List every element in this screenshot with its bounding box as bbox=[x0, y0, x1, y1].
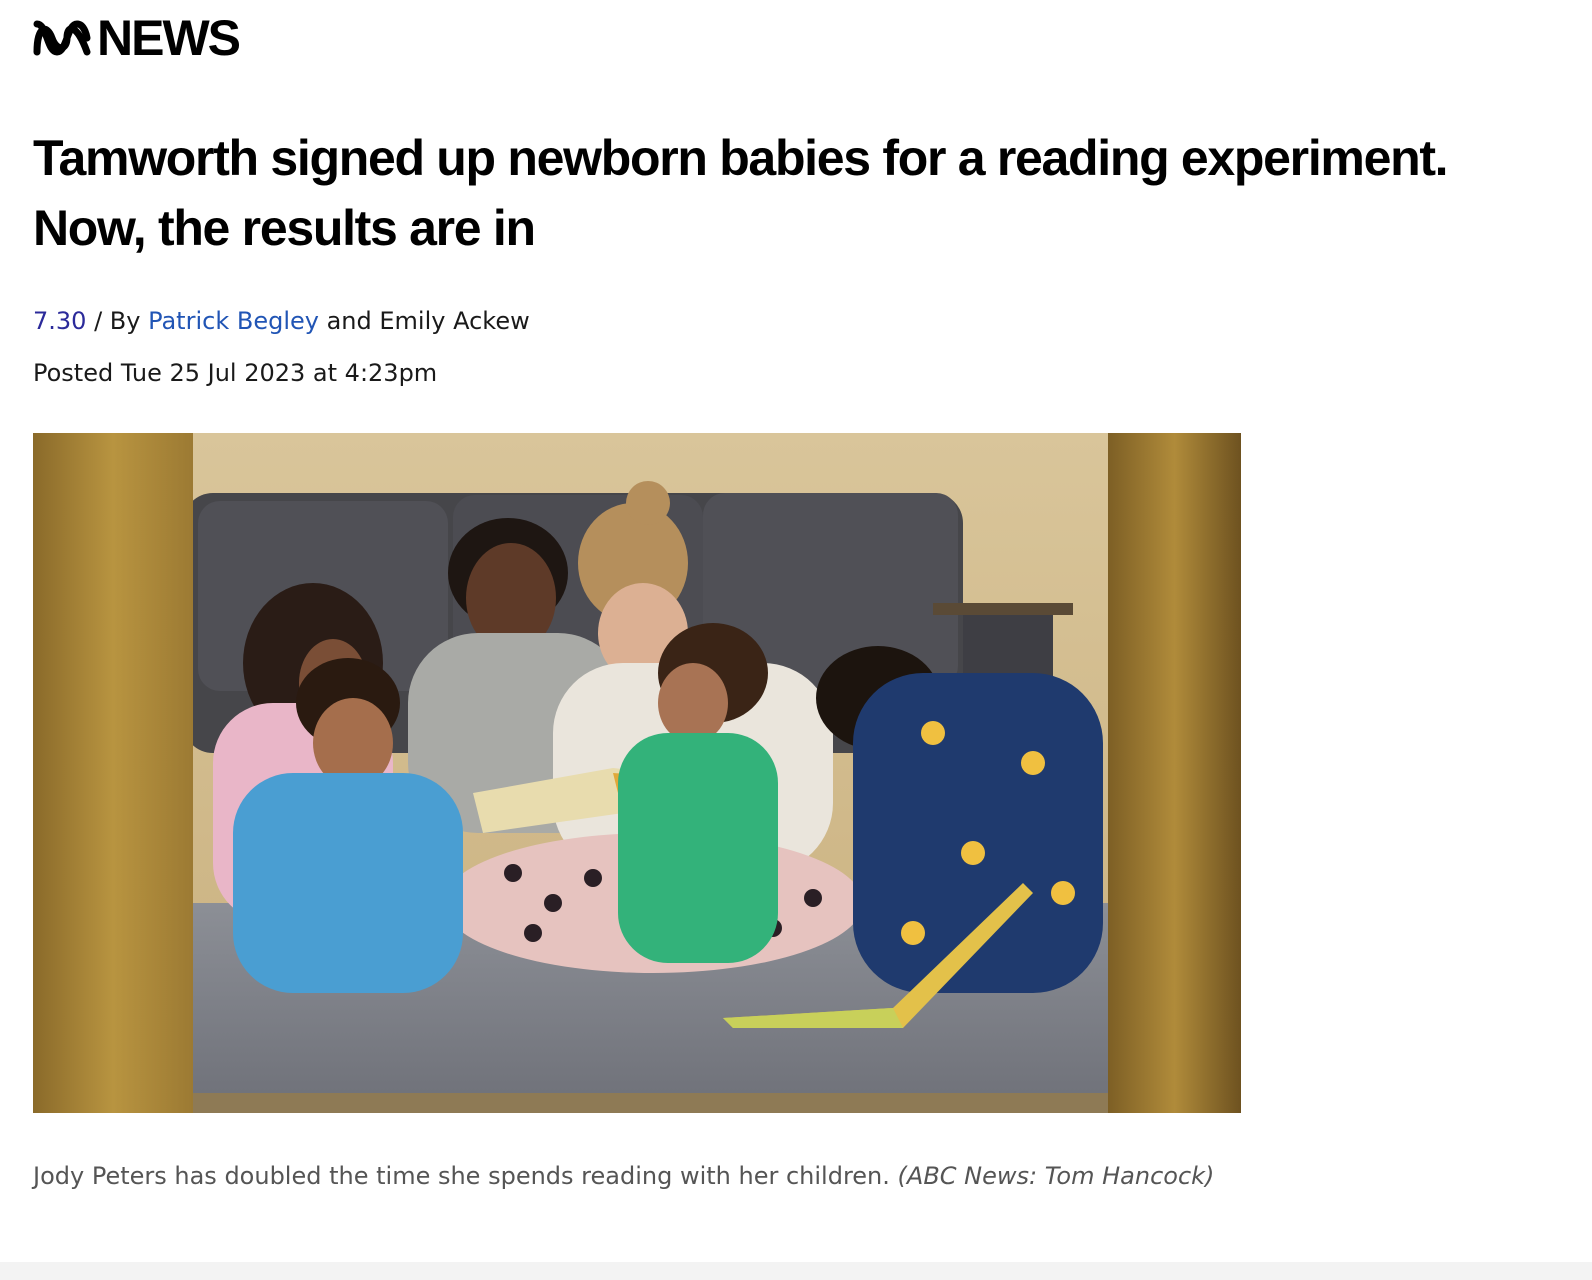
page-footer-edge bbox=[0, 1262, 1592, 1280]
byline: 7.30 / By Patrick Begley and Emily Ackew bbox=[33, 303, 530, 339]
program-link[interactable]: 7.30 bbox=[33, 307, 86, 335]
logo-wordmark: NEWS bbox=[97, 10, 241, 66]
abc-news-logo[interactable]: NEWS bbox=[33, 10, 241, 66]
byline-separator: / By bbox=[86, 307, 149, 335]
abc-lissajous-icon bbox=[33, 20, 91, 56]
author-name: Emily Ackew bbox=[379, 307, 530, 335]
photo-credit: (ABC News: Tom Hancock) bbox=[897, 1162, 1215, 1190]
author-link[interactable]: Patrick Begley bbox=[148, 307, 319, 335]
hero-photo[interactable] bbox=[33, 433, 1241, 1113]
article-headline: Tamworth signed up newborn babies for a … bbox=[33, 130, 1449, 256]
byline-join: and bbox=[318, 307, 380, 335]
photo-caption: Jody Peters has doubled the time she spe… bbox=[33, 1150, 1233, 1202]
posted-timestamp: Posted Tue 25 Jul 2023 at 4:23pm bbox=[33, 359, 438, 387]
caption-text: Jody Peters has doubled the time she spe… bbox=[33, 1162, 890, 1190]
family-reading-illustration bbox=[33, 433, 1241, 1113]
